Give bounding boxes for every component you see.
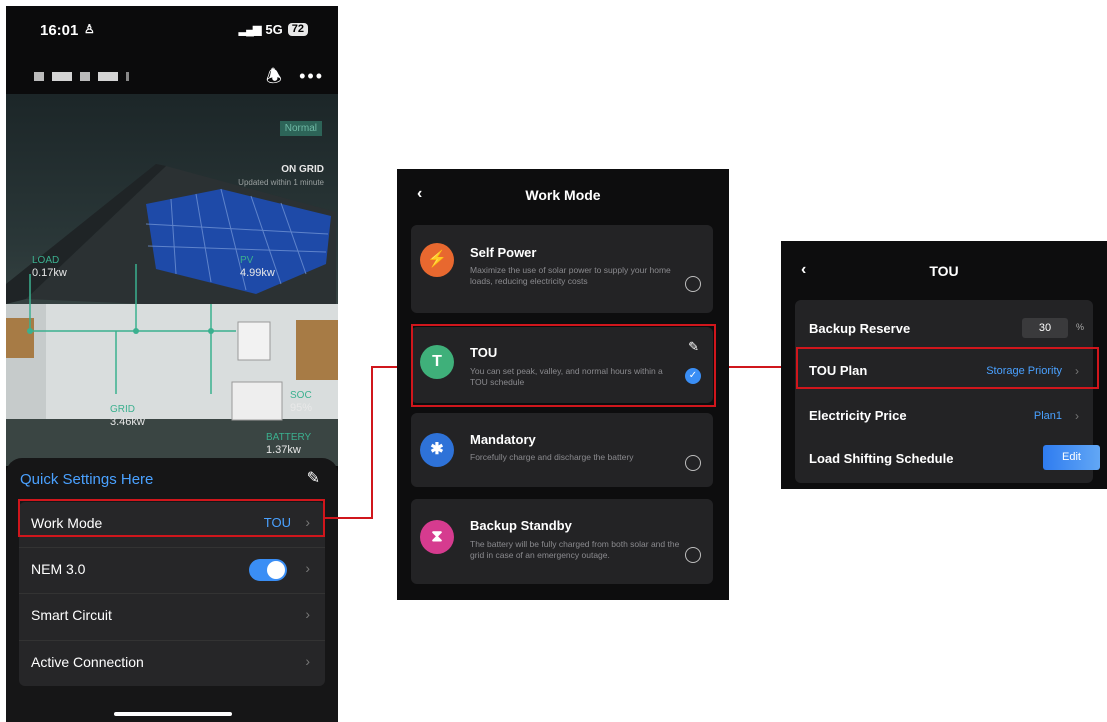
home-screen: 16:01 ♙ ▂▄▆ 5G 72 🕭 ••• Normal ON GRID U…: [6, 6, 338, 722]
network-label: 5G: [265, 22, 283, 37]
load-label: LOAD: [32, 255, 60, 266]
soc-label: SOC: [290, 390, 312, 401]
mode-radio[interactable]: [685, 276, 701, 292]
battery-label: BATTERY: [266, 432, 312, 443]
updated-text: Updated within 1 minute: [238, 178, 324, 187]
load-value: 0.17kw: [32, 267, 67, 279]
grid-status: ON GRID: [281, 164, 324, 175]
quick-settings-panel: Quick Settings Here ✎ Work Mode TOU › NE…: [6, 458, 338, 722]
canvas: 16:01 ♙ ▂▄▆ 5G 72 🕭 ••• Normal ON GRID U…: [0, 0, 1107, 722]
backup-reserve-input[interactable]: 30: [1022, 318, 1068, 338]
app-bar: 🕭 •••: [6, 60, 338, 94]
house-scene: Normal ON GRID Updated within 1 minute L…: [6, 94, 338, 466]
load-metric: LOAD 0.17kw: [32, 255, 67, 279]
active-connection-label: Active Connection: [31, 654, 144, 670]
mode-name: Backup Standby: [470, 518, 572, 533]
grid-metric: GRID 3.46kw: [110, 404, 145, 428]
mode-self-power[interactable]: ⚡ Self Power Maximize the use of solar p…: [411, 225, 713, 313]
battery-value: 1.37kw: [266, 444, 301, 456]
electricity-price-label[interactable]: Electricity Price: [809, 408, 907, 423]
smart-circuit-row[interactable]: Smart Circuit ›: [19, 594, 325, 640]
soc-value: 95%: [290, 402, 313, 414]
percent-unit: %: [1076, 322, 1085, 332]
active-connection-row[interactable]: Active Connection ›: [19, 641, 325, 686]
connector-line: [371, 366, 373, 519]
pv-metric: PV 4.99kw: [240, 255, 275, 279]
status-time: 16:01: [40, 22, 79, 39]
signal-bars-icon: ▂▄▆: [238, 24, 262, 36]
nem-toggle[interactable]: [249, 559, 287, 581]
highlight-tou-plan: [796, 347, 1099, 389]
battery-metric: BATTERY 1.37kw: [266, 432, 311, 456]
mode-name: Self Power: [470, 245, 537, 260]
load-shifting-label: Load Shifting Schedule: [809, 451, 954, 466]
highlight-tou-mode: [411, 324, 716, 407]
smart-circuit-label: Smart Circuit: [31, 607, 112, 623]
battery-icon: 72: [287, 23, 308, 36]
nem-label: NEM 3.0: [31, 561, 86, 577]
mode-radio[interactable]: [685, 455, 701, 471]
quick-settings-title: Quick Settings Here: [20, 471, 154, 488]
home-indicator: [114, 712, 232, 716]
blurred-site-name: [34, 72, 129, 81]
backup-reserve-label: Backup Reserve: [809, 321, 911, 336]
pv-label: PV: [240, 255, 254, 266]
connector-line: [325, 517, 372, 519]
pv-value: 4.99kw: [240, 267, 275, 279]
chevron-right-icon: ›: [305, 560, 310, 576]
chevron-right-icon: ›: [305, 653, 310, 669]
chevron-right-icon: ›: [305, 606, 310, 622]
edit-icon[interactable]: ✎: [307, 468, 320, 488]
person-icon: ♙: [84, 22, 95, 36]
mode-description: Maximize the use of solar power to suppl…: [470, 265, 671, 286]
bell-icon[interactable]: 🕭: [266, 64, 282, 94]
signal-group: ▂▄▆ 5G 72: [239, 22, 308, 37]
soc-metric: SOC 95%: [290, 390, 312, 414]
status-bar: 16:01 ♙ ▂▄▆ 5G 72: [6, 6, 338, 54]
grid-value: 3.46kw: [110, 416, 145, 428]
tou-settings-card: Backup Reserve 30 % TOU Plan Storage Pri…: [795, 300, 1100, 483]
page-title: Work Mode: [525, 187, 601, 203]
chevron-right-icon: ›: [1075, 409, 1079, 423]
mode-description: The battery will be fully charged from b…: [470, 539, 680, 560]
grid-label: GRID: [110, 404, 135, 415]
grid-normal-badge: Normal: [279, 121, 322, 136]
house-illustration: [6, 164, 338, 466]
mode-radio[interactable]: [685, 547, 701, 563]
shield-bolt-icon: ⚡: [420, 243, 454, 277]
highlight-work-mode: [18, 499, 325, 537]
edit-button[interactable]: Edit: [1043, 445, 1100, 470]
hourglass-icon: ⧗: [420, 520, 454, 554]
mode-description: Forcefully charge and discharge the batt…: [470, 452, 634, 462]
asterisk-icon: ✱: [420, 433, 454, 467]
nem-row[interactable]: NEM 3.0 ›: [19, 548, 325, 593]
mode-backup-standby[interactable]: ⧗ Backup Standby The battery will be ful…: [411, 499, 713, 584]
mode-mandatory[interactable]: ✱ Mandatory Forcefully charge and discha…: [411, 413, 713, 487]
electricity-price-value[interactable]: Plan1: [1034, 410, 1062, 422]
more-icon[interactable]: •••: [299, 66, 324, 87]
page-title: TOU: [929, 263, 959, 279]
mode-name: Mandatory: [470, 432, 536, 447]
